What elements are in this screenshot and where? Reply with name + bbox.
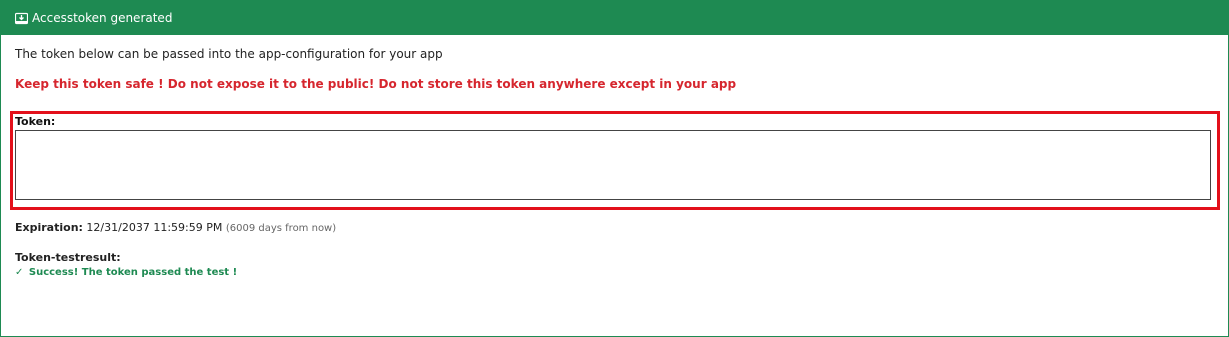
check-icon: ✓ [15,267,24,278]
warning-text: Keep this token safe ! Do not expose it … [15,77,737,91]
description-text: The token below can be passed into the a… [15,47,443,61]
expiration-relative: (6009 days from now) [225,223,337,234]
expiration-value: 12/31/2037 11:59:59 PM [86,221,223,234]
expiration-row: Expiration: 12/31/2037 11:59:59 PM (6009… [15,221,336,234]
panel-header: Accesstoken generated [1,1,1228,35]
token-highlight-box: Token: [10,111,1220,210]
download-box-icon [15,12,28,25]
testresult-message: Success! The token passed the test ! [28,267,238,278]
token-panel: Accesstoken generated The token below ca… [0,0,1229,337]
token-label: Token: [15,115,56,128]
expiration-label: Expiration: [15,221,83,234]
testresult-message-row: ✓ Success! The token passed the test ! [15,267,237,278]
token-textarea[interactable] [15,130,1211,200]
testresult-label: Token-testresult: [15,251,121,264]
panel-title: Accesstoken generated [32,11,173,25]
